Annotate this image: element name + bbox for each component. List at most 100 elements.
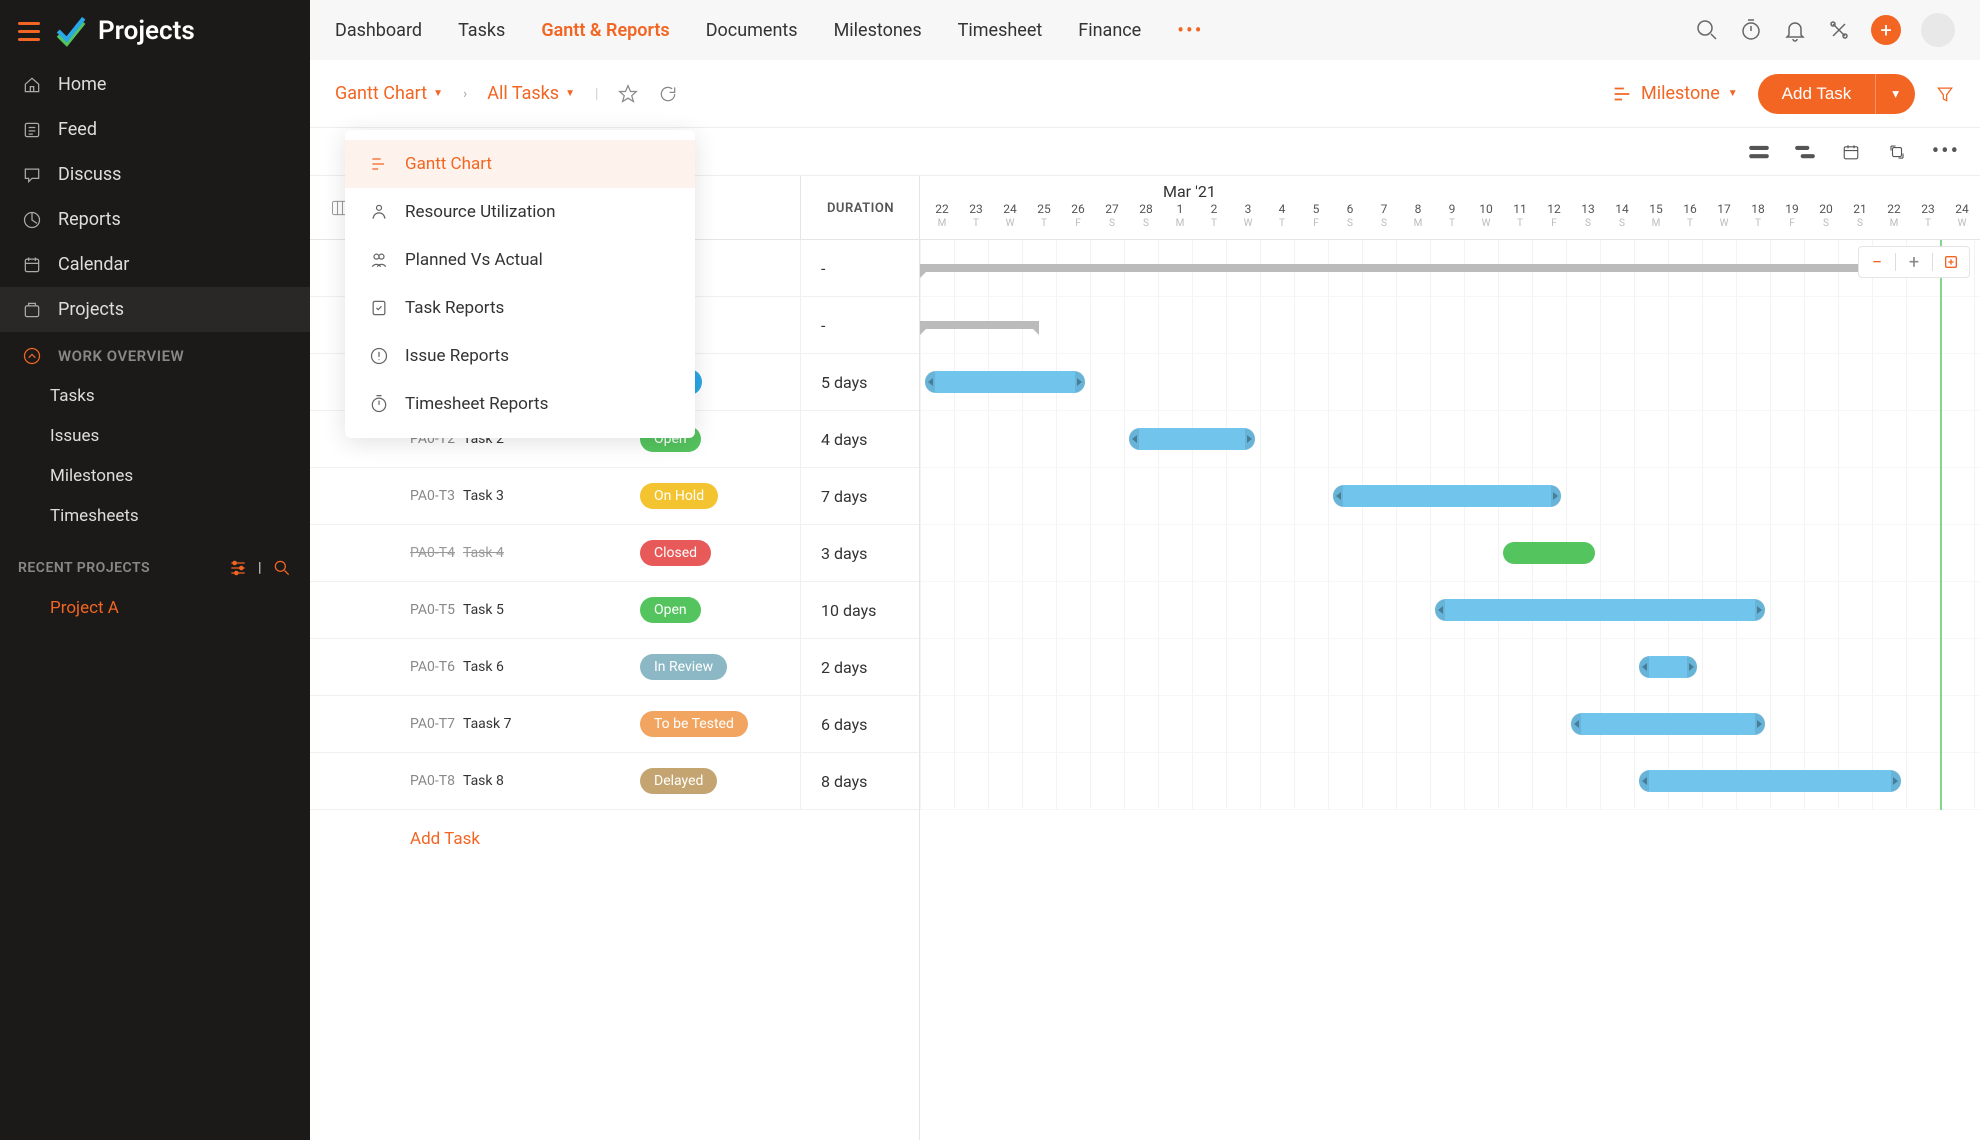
task-name: Task 3: [463, 488, 504, 504]
add-task-button[interactable]: Add Task ▾: [1758, 74, 1915, 114]
tab-milestones[interactable]: Milestones: [834, 20, 922, 41]
zoom-out-button[interactable]: −: [1859, 252, 1895, 273]
task-row[interactable]: PA0-T5Task 5Open10 days: [310, 582, 919, 639]
sidebar-item-feed[interactable]: Feed: [0, 107, 310, 152]
sidebar-item-tasks[interactable]: Tasks: [0, 376, 310, 416]
gantt-bar[interactable]: [1639, 770, 1901, 792]
refresh-icon[interactable]: [658, 84, 678, 104]
task-name: Taask 7: [463, 716, 511, 732]
search-icon[interactable]: [1695, 18, 1719, 42]
add-button[interactable]: +: [1871, 15, 1901, 45]
reports-icon: [22, 210, 42, 230]
task-id: PA0-T6: [410, 659, 455, 675]
gantt-row: [920, 582, 1980, 639]
work-overview-header[interactable]: WORK OVERVIEW: [0, 332, 310, 376]
task-id: PA0-T8: [410, 773, 455, 789]
task-id: PA0-T5: [410, 602, 455, 618]
sidebar-item-discuss[interactable]: Discuss: [0, 152, 310, 197]
dropdown-item-issue-reports[interactable]: Issue Reports: [345, 332, 695, 380]
gantt-bar[interactable]: [920, 264, 1906, 272]
sidebar-item-home[interactable]: Home: [0, 62, 310, 107]
hamburger-menu[interactable]: [18, 22, 40, 41]
gantt-bar[interactable]: [1503, 542, 1595, 564]
task-row[interactable]: PA0-T6Task 6In Review2 days: [310, 639, 919, 696]
taskreport-icon: [369, 298, 389, 318]
day-column: 20S: [1809, 202, 1843, 229]
day-column: 25T: [1027, 202, 1061, 229]
status-badge: Open: [640, 597, 701, 623]
status-badge: In Review: [640, 654, 727, 680]
tab-finance[interactable]: Finance: [1078, 20, 1141, 41]
day-column: 12F: [1537, 202, 1571, 229]
sidebar-item-reports[interactable]: Reports: [0, 197, 310, 242]
today-line: [1940, 240, 1942, 810]
planned-icon: [369, 250, 389, 270]
home-icon: [22, 75, 42, 95]
sidebar-item-timesheets[interactable]: Timesheets: [0, 496, 310, 536]
more-tabs-icon[interactable]: •••: [1177, 18, 1203, 42]
status-badge: To be Tested: [640, 711, 748, 737]
gantt-bar[interactable]: [925, 371, 1085, 393]
day-column: 8M: [1401, 202, 1435, 229]
tab-dashboard[interactable]: Dashboard: [335, 20, 422, 41]
gantt-bar[interactable]: [1129, 428, 1255, 450]
tab-tasks[interactable]: Tasks: [458, 20, 505, 41]
task-row[interactable]: PA0-T4Task 4Closed3 days: [310, 525, 919, 582]
recent-project-item[interactable]: Project A: [0, 588, 310, 628]
filter-icon[interactable]: [1935, 84, 1955, 104]
zoom-fit-button[interactable]: [1933, 254, 1969, 270]
sidebar-item-calendar[interactable]: Calendar: [0, 242, 310, 287]
gantt-bar[interactable]: [1571, 713, 1765, 735]
gantt-row: [920, 639, 1980, 696]
filter-sliders-icon[interactable]: [228, 558, 248, 578]
zoom-in-button[interactable]: +: [1896, 252, 1932, 273]
timer-icon[interactable]: [1739, 18, 1763, 42]
align-icon[interactable]: [1794, 143, 1816, 161]
add-task-inline[interactable]: Add Task: [310, 810, 919, 867]
task-row[interactable]: PA0-T3 Task 3 On Hold 7 days: [310, 468, 919, 525]
add-task-dropdown[interactable]: ▾: [1875, 74, 1915, 114]
sidebar-item-issues[interactable]: Issues: [0, 416, 310, 456]
tab-documents[interactable]: Documents: [706, 20, 798, 41]
gantt-bar[interactable]: [920, 321, 1039, 329]
subbar: Gantt Chart ▼ › All Tasks ▼ | Milestone …: [310, 60, 1980, 128]
expand-icon[interactable]: [1886, 143, 1908, 161]
status-badge: On Hold: [640, 483, 718, 509]
tools-icon[interactable]: [1827, 18, 1851, 42]
task-row[interactable]: PA0-T8Task 8Delayed8 days: [310, 753, 919, 810]
gantt-timeline[interactable]: Mar '21 22M23T24W25T26F27S28S1M2T3W4T5F6…: [920, 176, 1980, 1140]
more-icon[interactable]: •••: [1932, 139, 1960, 164]
bell-icon[interactable]: [1783, 18, 1807, 42]
gantt-bar[interactable]: [1333, 485, 1561, 507]
timesheet-icon: [369, 394, 389, 414]
zoom-toolbar: − +: [1858, 246, 1970, 278]
task-id: PA0-T3: [410, 488, 455, 504]
tab-timesheet[interactable]: Timesheet: [958, 20, 1043, 41]
star-icon[interactable]: [618, 84, 638, 104]
filter-selector[interactable]: All Tasks ▼: [487, 83, 575, 104]
dropdown-item-timesheet-reports[interactable]: Timesheet Reports: [345, 380, 695, 428]
dropdown-item-task-reports[interactable]: Task Reports: [345, 284, 695, 332]
day-column: 22M: [925, 202, 959, 229]
avatar[interactable]: [1921, 13, 1955, 47]
fit-icon[interactable]: [1748, 143, 1770, 161]
sidebar-item-projects[interactable]: Projects: [0, 287, 310, 332]
duration-cell: 7 days: [800, 468, 920, 524]
view-selector[interactable]: Gantt Chart ▼: [335, 83, 443, 104]
calendar-icon[interactable]: [1840, 143, 1862, 161]
day-column: 11T: [1503, 202, 1537, 229]
dropdown-item-planned-vs-actual[interactable]: Planned Vs Actual: [345, 236, 695, 284]
dropdown-item-gantt-chart[interactable]: Gantt Chart: [345, 140, 695, 188]
logo-icon: [54, 14, 88, 48]
day-column: 16T: [1673, 202, 1707, 229]
groupby-selector[interactable]: Milestone ▼: [1611, 83, 1738, 105]
gantt-icon: [369, 154, 389, 174]
tab-gantt-reports[interactable]: Gantt & Reports: [541, 20, 669, 41]
gantt-bar[interactable]: [1435, 599, 1765, 621]
gantt-bar[interactable]: [1639, 656, 1697, 678]
dropdown-item-resource-utilization[interactable]: Resource Utilization: [345, 188, 695, 236]
day-column: 23T: [959, 202, 993, 229]
search-icon[interactable]: [272, 558, 292, 578]
task-row[interactable]: PA0-T7Taask 7To be Tested6 days: [310, 696, 919, 753]
sidebar-item-milestones[interactable]: Milestones: [0, 456, 310, 496]
